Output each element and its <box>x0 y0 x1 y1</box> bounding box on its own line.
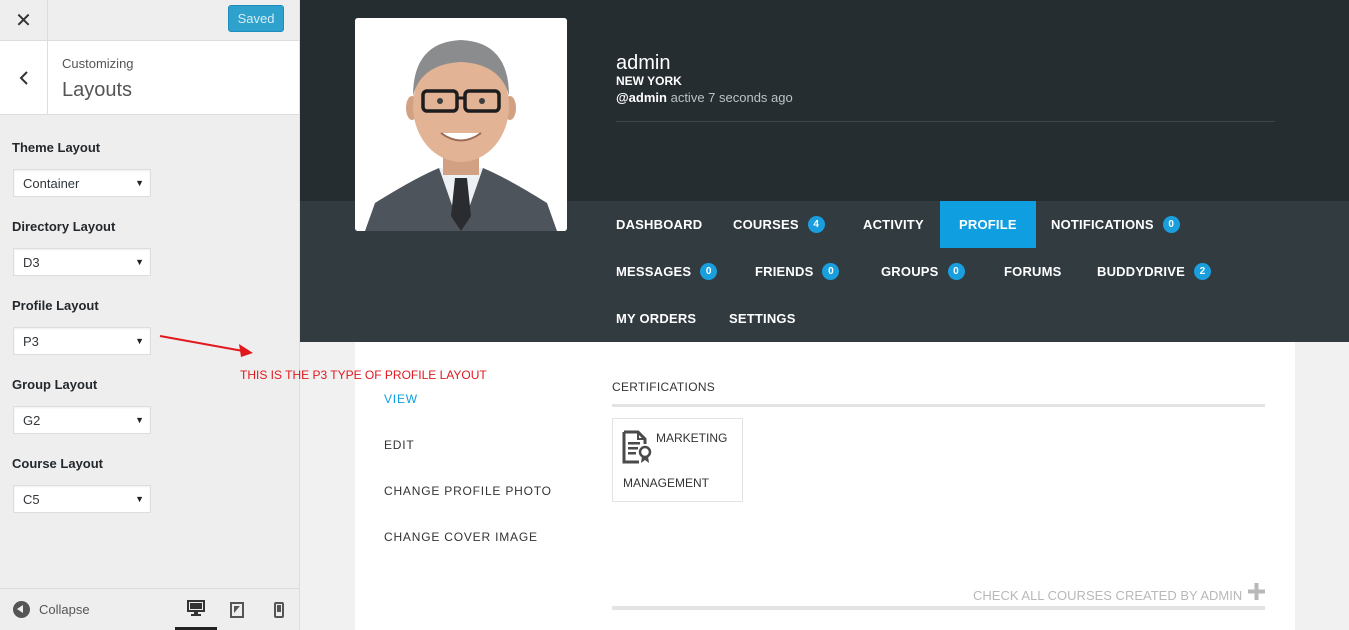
back-button[interactable] <box>0 41 48 114</box>
theme-layout-label: Theme Layout <box>12 140 101 155</box>
chevron-down-icon: ▼ <box>135 415 144 425</box>
certificate-title-line2: MANAGEMENT <box>623 476 710 490</box>
count-badge: 4 <box>807 216 825 233</box>
saved-button[interactable]: Saved <box>228 5 284 32</box>
customizer-screen: ✕ Saved Customizing Layouts Theme Layout… <box>0 0 1349 630</box>
desktop-icon <box>187 600 205 616</box>
site-preview: admin NEW YORK @admin active 7 seconds a… <box>300 0 1349 630</box>
profile-meta: @admin active 7 seconds ago <box>616 90 793 105</box>
collapse-icon <box>13 601 30 618</box>
nav-label: MY ORDERS <box>616 311 697 326</box>
nav-label: PROFILE <box>959 217 1017 232</box>
nav-dashboard[interactable]: DASHBOARD <box>616 201 702 248</box>
directory-layout-value: D3 <box>23 254 40 270</box>
course-layout-label: Course Layout <box>12 456 104 471</box>
count-badge: 0 <box>822 263 840 280</box>
count-badge: 0 <box>700 263 718 280</box>
chevron-down-icon: ▼ <box>135 494 144 504</box>
annotation-arrow <box>159 335 253 357</box>
profile-layout-select[interactable]: P3 ▼ <box>13 327 151 355</box>
preview-desktop-button[interactable] <box>175 589 217 630</box>
profile-photo <box>355 18 567 231</box>
divider <box>616 121 1275 122</box>
chevron-down-icon: ▼ <box>135 178 144 188</box>
section-title: Layouts <box>62 79 133 101</box>
nav-activity[interactable]: ACTIVITY <box>863 201 924 248</box>
nav-label: SETTINGS <box>729 311 796 326</box>
chevron-left-icon <box>19 70 28 85</box>
tablet-icon <box>230 601 244 618</box>
nav-label: FRIENDS <box>755 264 814 279</box>
nav-label: NOTIFICATIONS <box>1051 217 1154 232</box>
mobile-icon <box>274 601 284 618</box>
nav-label: FORUMS <box>1004 264 1062 279</box>
nav-buddydrive[interactable]: BUDDYDRIVE 2 <box>1097 248 1211 295</box>
nav-label: ACTIVITY <box>863 217 924 232</box>
group-layout-value: G2 <box>23 412 41 428</box>
customizer-sidebar: ✕ Saved Customizing Layouts Theme Layout… <box>0 0 300 630</box>
nav-my-orders[interactable]: MY ORDERS <box>616 295 696 342</box>
profile-name: admin <box>616 52 671 74</box>
group-layout-select[interactable]: G2 ▼ <box>13 406 151 434</box>
nav-forums[interactable]: FORUMS <box>1004 248 1062 295</box>
subnav-change-cover-image[interactable]: CHANGE COVER IMAGE <box>384 530 538 544</box>
directory-layout-label: Directory Layout <box>12 219 116 234</box>
theme-layout-select[interactable]: Container ▼ <box>13 169 151 197</box>
certificate-card[interactable]: MARKETING MANAGEMENT <box>612 418 743 502</box>
close-icon: ✕ <box>15 9 32 32</box>
divider <box>612 606 1265 610</box>
preview-mobile-button[interactable] <box>258 589 300 630</box>
theme-layout-value: Container <box>23 175 80 191</box>
nav-label: GROUPS <box>881 264 939 279</box>
section-header: Customizing Layouts <box>0 41 299 115</box>
customizer-header: ✕ Saved <box>0 0 299 41</box>
profile-activity: active 7 seconds ago <box>670 90 793 105</box>
nav-profile[interactable]: PROFILE <box>940 201 1036 248</box>
chevron-down-icon: ▼ <box>135 336 144 346</box>
count-badge: 0 <box>947 263 965 280</box>
nav-courses[interactable]: COURSES 4 <box>733 201 825 248</box>
group-layout-label: Group Layout <box>12 377 98 392</box>
nav-messages[interactable]: MESSAGES 0 <box>616 248 718 295</box>
nav-friends[interactable]: FRIENDS 0 <box>755 248 840 295</box>
certifications-heading: CERTIFICATIONS <box>612 380 716 394</box>
subnav-edit[interactable]: EDIT <box>384 438 415 452</box>
nav-groups[interactable]: GROUPS 0 <box>881 248 965 295</box>
course-layout-value: C5 <box>23 491 40 507</box>
profile-location: NEW YORK <box>616 74 682 88</box>
nav-label: BUDDYDRIVE <box>1097 264 1185 279</box>
plus-icon[interactable] <box>1248 583 1265 600</box>
chevron-down-icon: ▼ <box>135 257 144 267</box>
count-badge: 0 <box>1162 216 1180 233</box>
divider <box>612 404 1265 407</box>
course-layout-select[interactable]: C5 ▼ <box>13 485 151 513</box>
subnav-view[interactable]: VIEW <box>384 392 418 406</box>
profile-layout-label: Profile Layout <box>12 298 99 313</box>
check-all-courses-link[interactable]: CHECK ALL COURSES CREATED BY ADMIN <box>973 588 1242 603</box>
profile-content: VIEW EDIT CHANGE PROFILE PHOTO CHANGE CO… <box>355 342 1295 630</box>
profile-handle: @admin <box>616 90 667 105</box>
nav-label: DASHBOARD <box>616 217 703 232</box>
annotation-text: THIS IS THE P3 TYPE OF PROFILE LAYOUT <box>240 368 487 382</box>
preview-tablet-button[interactable] <box>216 589 258 630</box>
subnav-change-profile-photo[interactable]: CHANGE PROFILE PHOTO <box>384 484 552 498</box>
nav-settings[interactable]: SETTINGS <box>729 295 796 342</box>
nav-notifications[interactable]: NOTIFICATIONS 0 <box>1051 201 1180 248</box>
nav-label: MESSAGES <box>616 264 692 279</box>
profile-layout-value: P3 <box>23 333 39 349</box>
collapse-label: Collapse <box>39 602 90 617</box>
close-customizer-button[interactable]: ✕ <box>0 0 48 40</box>
collapse-button[interactable]: Collapse <box>13 601 90 618</box>
directory-layout-select[interactable]: D3 ▼ <box>13 248 151 276</box>
nav-label: COURSES <box>733 217 799 232</box>
customizer-footer: Collapse <box>0 588 299 630</box>
breadcrumb: Customizing <box>62 56 134 71</box>
count-badge: 2 <box>1193 263 1211 280</box>
certificate-title-line1: MARKETING <box>656 431 728 445</box>
certificate-icon <box>622 430 652 464</box>
avatar[interactable] <box>355 18 567 231</box>
